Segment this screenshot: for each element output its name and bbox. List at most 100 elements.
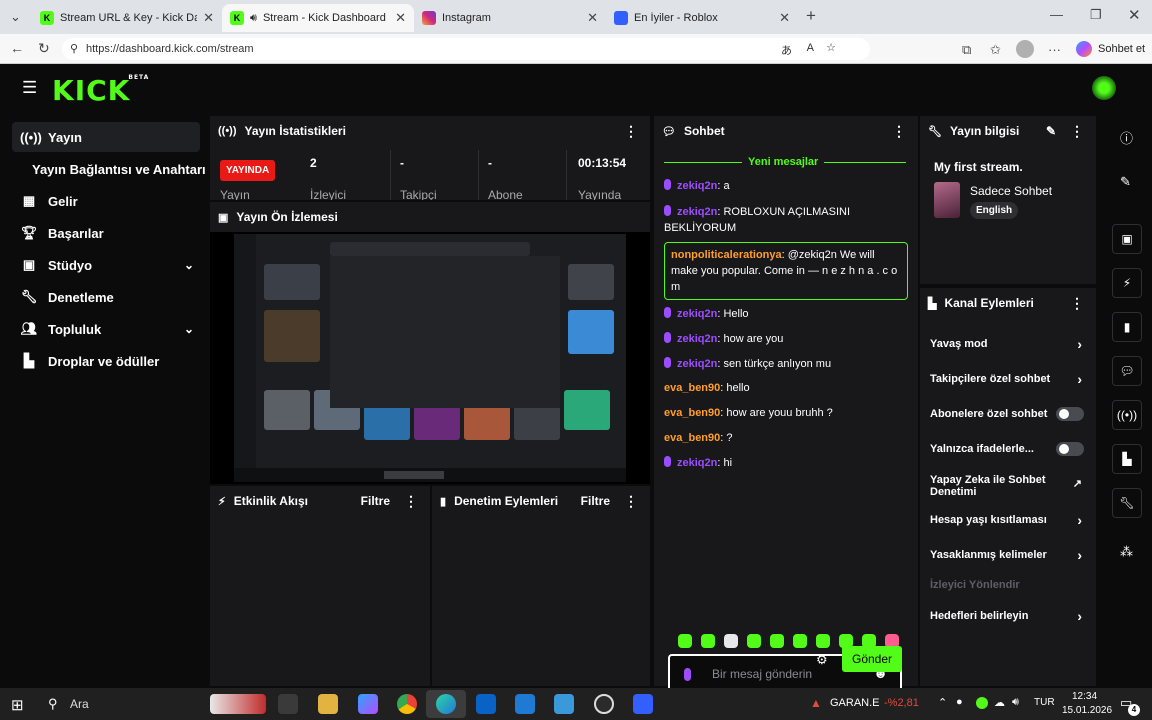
action-followers-only[interactable]: Takipçilere özel sohbet bbox=[930, 373, 1088, 385]
chat-settings-icon[interactable]: ⚙ bbox=[816, 652, 828, 668]
window-close-icon[interactable]: ✕ bbox=[1128, 6, 1141, 24]
action-slow-mode[interactable]: Yavaş mod bbox=[930, 338, 1088, 350]
search-icon[interactable]: ⚲ bbox=[48, 696, 58, 712]
photos-icon[interactable] bbox=[554, 694, 574, 714]
clock-date[interactable]: 15.01.2026 bbox=[1062, 705, 1112, 716]
action-set-goals[interactable]: Hedefleri belirleyin bbox=[930, 610, 1088, 622]
external-link-icon[interactable]: ↗ bbox=[1073, 477, 1082, 490]
sidebar-item-stream-key[interactable]: Yayın Bağlantısı ve Anahtarı bbox=[12, 154, 210, 184]
more-vertical-icon[interactable]: ⋮ bbox=[1070, 123, 1084, 140]
sidebar-item-stream[interactable]: ((•)) Yayın bbox=[12, 122, 200, 152]
tab-list-icon[interactable]: ⌄ bbox=[10, 9, 21, 25]
url-field[interactable]: ⚲ https://dashboard.kick.com/stream あ A … bbox=[62, 38, 870, 60]
back-icon[interactable]: ← bbox=[10, 40, 24, 56]
filter-button[interactable]: Filtre bbox=[361, 494, 390, 508]
emotes-only-toggle[interactable] bbox=[1056, 442, 1084, 456]
network-icon[interactable]: ☁ bbox=[994, 696, 1005, 709]
chevron-right-icon[interactable]: › bbox=[1077, 336, 1082, 352]
emote-icon[interactable] bbox=[793, 634, 807, 648]
chat-username[interactable]: zekiq2n bbox=[677, 180, 717, 192]
action-account-age[interactable]: Hesap yaşı kısıtlaması bbox=[930, 514, 1088, 526]
kick-tray-icon[interactable] bbox=[976, 697, 988, 709]
emote-icon[interactable] bbox=[701, 634, 715, 648]
emote-icon[interactable] bbox=[747, 634, 761, 648]
more-icon[interactable]: ··· bbox=[1048, 42, 1061, 57]
copilot-app-icon[interactable] bbox=[358, 694, 378, 714]
sidebar-item-drops[interactable]: ▙ Droplar ve ödüller bbox=[12, 346, 200, 376]
actions-icon[interactable]: ▙ bbox=[1112, 444, 1142, 474]
chat-username[interactable]: zekiq2n bbox=[677, 308, 717, 320]
mic-icon[interactable]: ● bbox=[956, 696, 963, 708]
close-icon[interactable]: ✕ bbox=[779, 10, 790, 26]
new-tab-icon[interactable]: + bbox=[806, 6, 816, 26]
restore-icon[interactable]: ❐ bbox=[1090, 7, 1102, 23]
favorite-icon[interactable]: ☆ bbox=[826, 41, 836, 54]
translate-icon[interactable]: あ bbox=[781, 42, 792, 58]
edit-icon[interactable]: ✎ bbox=[1046, 124, 1056, 138]
close-icon[interactable]: ✕ bbox=[587, 10, 598, 26]
extensions-icon[interactable]: ⧉ bbox=[962, 42, 971, 58]
windows-start-icon[interactable]: ⊞ bbox=[11, 696, 24, 714]
chat-username[interactable]: eva_ben90 bbox=[664, 407, 720, 419]
minimize-icon[interactable]: — bbox=[1050, 7, 1063, 22]
chevron-right-icon[interactable]: › bbox=[1077, 608, 1082, 624]
sidebar-item-community[interactable]: 👥︎ Topluluk ⌄ bbox=[12, 314, 200, 344]
more-vertical-icon[interactable]: ⋮ bbox=[1070, 295, 1084, 312]
file-explorer-icon[interactable] bbox=[318, 694, 338, 714]
more-vertical-icon[interactable]: ⋮ bbox=[892, 123, 906, 140]
subs-only-toggle[interactable] bbox=[1056, 407, 1084, 421]
chat-username[interactable]: eva_ben90 bbox=[664, 432, 720, 444]
sidebar-item-studio[interactable]: ▣ Stüdyo ⌄ bbox=[12, 250, 200, 280]
chat-username[interactable]: nonpoliticalerationya bbox=[671, 249, 782, 261]
action-ai-moderation[interactable]: Yapay Zeka ile Sohbet Denetimi bbox=[930, 474, 1060, 498]
chat-username[interactable]: eva_ben90 bbox=[664, 382, 720, 394]
chevron-right-icon[interactable]: › bbox=[1077, 547, 1082, 563]
preview-toggle-icon[interactable]: ▣ bbox=[1112, 224, 1142, 254]
close-icon[interactable]: ✕ bbox=[395, 10, 406, 26]
category-name[interactable]: Sadece Sohbet bbox=[970, 184, 1052, 198]
read-aloud-icon[interactable]: A bbox=[807, 42, 814, 54]
info-icon[interactable]: ⓘ bbox=[1120, 128, 1133, 147]
chevron-right-icon[interactable]: › bbox=[1077, 512, 1082, 528]
preview-video[interactable] bbox=[210, 232, 650, 484]
copilot-label[interactable]: Sohbet et bbox=[1098, 43, 1145, 55]
user-avatar[interactable] bbox=[1092, 76, 1116, 100]
broadcast-icon[interactable]: ((•)) bbox=[1112, 400, 1142, 430]
kick-logo[interactable]: KICKBETA bbox=[52, 74, 149, 107]
chat-username[interactable]: zekiq2n bbox=[677, 333, 717, 345]
task-view-icon[interactable] bbox=[278, 694, 298, 714]
site-info-icon[interactable]: ⚲ bbox=[70, 42, 78, 55]
chat-username[interactable]: zekiq2n bbox=[677, 358, 717, 370]
taskbar-search[interactable]: Ara bbox=[70, 697, 89, 711]
edit-icon[interactable]: ✎ bbox=[1120, 174, 1131, 190]
chat-username[interactable]: zekiq2n bbox=[677, 457, 717, 469]
store-icon[interactable] bbox=[476, 694, 496, 714]
chat-username[interactable]: zekiq2n bbox=[677, 206, 717, 218]
log-icon[interactable]: ▮ bbox=[1112, 312, 1142, 342]
obs-icon[interactable] bbox=[594, 694, 614, 714]
filter-button[interactable]: Filtre bbox=[581, 494, 610, 508]
profile-avatar[interactable] bbox=[1016, 40, 1034, 58]
sidebar-item-revenue[interactable]: ▦ Gelir bbox=[12, 186, 200, 216]
chevron-right-icon[interactable]: › bbox=[1077, 371, 1082, 387]
more-vertical-icon[interactable]: ⋮ bbox=[624, 493, 638, 510]
emote-icon[interactable] bbox=[770, 634, 784, 648]
roblox-app-icon[interactable] bbox=[633, 694, 653, 714]
outlook-icon[interactable] bbox=[515, 694, 535, 714]
tab-instagram[interactable]: Instagram ✕ bbox=[414, 4, 606, 32]
tab-roblox[interactable]: En İyiler - Roblox ✕ bbox=[606, 4, 798, 32]
menu-icon[interactable]: ☰ bbox=[22, 78, 37, 98]
widgets-icon[interactable]: ⁂ bbox=[1120, 544, 1133, 560]
close-icon[interactable]: ✕ bbox=[203, 10, 214, 26]
search-highlight-icon[interactable] bbox=[210, 694, 266, 714]
emote-icon[interactable] bbox=[816, 634, 830, 648]
favorites-icon[interactable]: ✩ bbox=[990, 42, 1001, 58]
send-button[interactable]: Gönder bbox=[842, 646, 902, 672]
stock-ticker[interactable]: GARAN.E bbox=[830, 697, 880, 709]
chrome-icon[interactable] bbox=[397, 694, 417, 714]
tab-stream-dashboard[interactable]: K 🔊︎ Stream - Kick Dashboard ✕ bbox=[222, 4, 414, 32]
wrench-icon[interactable]: 🔧︎ bbox=[1112, 488, 1142, 518]
tab-stream-url[interactable]: K Stream URL & Key - Kick Dashboar ✕ bbox=[32, 4, 222, 32]
language-indicator[interactable]: TUR bbox=[1034, 697, 1055, 708]
emote-icon[interactable] bbox=[678, 634, 692, 648]
